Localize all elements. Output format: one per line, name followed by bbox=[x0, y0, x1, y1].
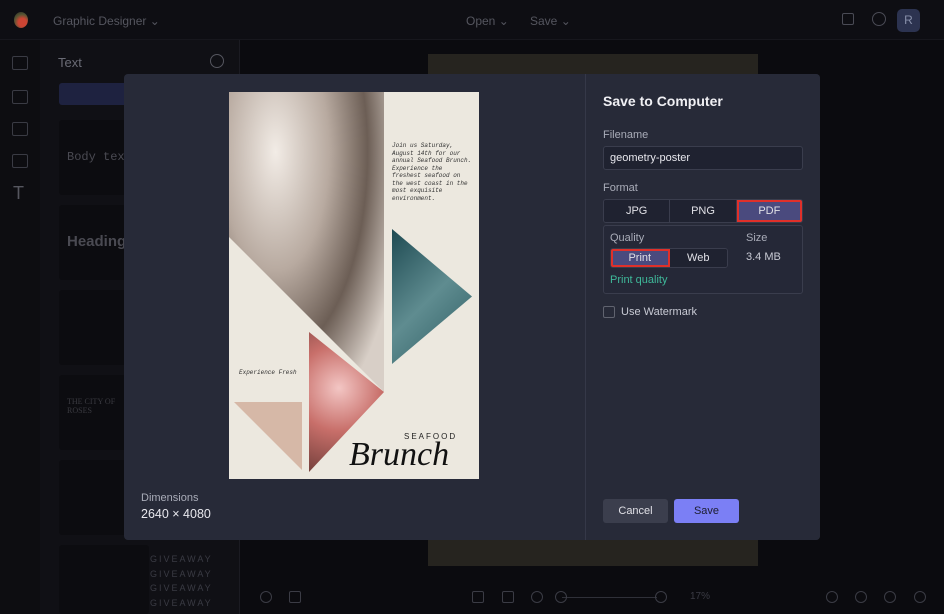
shrink-icon[interactable] bbox=[502, 591, 514, 603]
poster-brunch: Brunch bbox=[349, 436, 450, 473]
zoom-out-icon[interactable] bbox=[531, 591, 543, 603]
tool-rail: T bbox=[0, 40, 40, 614]
fit-screen-icon[interactable] bbox=[472, 591, 484, 603]
size-label: Size bbox=[746, 232, 768, 244]
format-jpg[interactable]: JPG bbox=[604, 200, 671, 222]
poster-preview: Join us Saturday, August 14th for our an… bbox=[229, 92, 479, 479]
giveaway-preset[interactable]: GIVEAWAY GIVEAWAY GIVEAWAY GIVEAWAY bbox=[150, 552, 213, 610]
giveaway-line: GIVEAWAY bbox=[150, 568, 213, 579]
heading-sample: Heading bbox=[67, 233, 127, 250]
zoom-level: 17% bbox=[690, 591, 711, 602]
format-label: Format bbox=[603, 182, 638, 194]
format-selector: JPG PNG PDF bbox=[603, 199, 803, 223]
giveaway-line: GIVEAWAY bbox=[150, 597, 213, 608]
dimensions-label: Dimensions bbox=[141, 492, 199, 504]
save-options-panel: Save to Computer Filename geometry-poste… bbox=[585, 74, 820, 540]
body-sample: Body tex bbox=[67, 150, 125, 164]
layout-icon[interactable] bbox=[12, 56, 28, 70]
quality-selector: Print Web bbox=[610, 248, 728, 268]
watermark-checkbox[interactable] bbox=[603, 306, 615, 318]
filename-input[interactable]: geometry-poster bbox=[603, 146, 803, 170]
format-png[interactable]: PNG bbox=[670, 200, 737, 222]
redo-icon[interactable] bbox=[884, 591, 896, 603]
help-icon[interactable] bbox=[872, 12, 886, 26]
save-button[interactable]: Save bbox=[674, 499, 739, 523]
zoom-slider[interactable] bbox=[562, 597, 657, 598]
avatar[interactable]: R bbox=[897, 9, 920, 32]
oyster-photo bbox=[229, 92, 384, 392]
save-dialog: Join us Saturday, August 14th for our an… bbox=[124, 74, 820, 540]
text-tool-icon[interactable]: T bbox=[13, 183, 24, 204]
top-bar: Graphic Designer ⌄ Open ⌄ Save ⌄ R bbox=[0, 0, 944, 40]
dialog-title: Save to Computer bbox=[603, 93, 723, 109]
poster-body-text: Join us Saturday, August 14th for our an… bbox=[392, 142, 472, 202]
dimensions-value: 2640 × 4080 bbox=[141, 507, 211, 521]
comment-icon[interactable] bbox=[842, 13, 854, 25]
grid-icon[interactable] bbox=[289, 591, 301, 603]
quality-label: Quality bbox=[610, 232, 645, 244]
refresh-icon[interactable] bbox=[826, 591, 838, 603]
panel-title: Text bbox=[58, 55, 82, 70]
background-icon[interactable] bbox=[12, 122, 28, 136]
quality-print[interactable]: Print bbox=[611, 249, 670, 267]
history-icon[interactable] bbox=[914, 591, 926, 603]
info-icon[interactable] bbox=[210, 54, 224, 68]
zoom-slider-handle[interactable] bbox=[555, 591, 567, 603]
save-label: Save bbox=[530, 14, 558, 28]
city-sample: THE CITY OF ROSES bbox=[67, 397, 116, 415]
zoom-in-icon[interactable] bbox=[655, 591, 667, 603]
graphics-icon[interactable] bbox=[12, 154, 28, 168]
workspace-menu[interactable]: Graphic Designer ⌄ bbox=[53, 14, 160, 28]
adjust-icon[interactable] bbox=[12, 90, 28, 104]
giveaway-line: GIVEAWAY bbox=[150, 554, 213, 564]
open-label: Open bbox=[466, 14, 496, 28]
quality-web[interactable]: Web bbox=[669, 249, 727, 267]
size-value: 3.4 MB bbox=[746, 251, 781, 263]
tan-triangle bbox=[234, 402, 302, 470]
giveaway-line: GIVEAWAY bbox=[150, 583, 213, 593]
filename-label: Filename bbox=[603, 129, 649, 141]
layers-icon[interactable] bbox=[260, 591, 272, 603]
logo-icon[interactable] bbox=[14, 12, 28, 28]
undo-icon[interactable] bbox=[855, 591, 867, 603]
cancel-button[interactable]: Cancel bbox=[603, 499, 668, 523]
poster-tagline: Experience Fresh bbox=[239, 369, 297, 376]
quality-note: Print quality bbox=[610, 274, 668, 286]
text-preset-small[interactable] bbox=[59, 545, 149, 614]
workspace-label: Graphic Designer bbox=[53, 14, 147, 28]
bottom-bar: 17% bbox=[240, 580, 944, 614]
open-menu[interactable]: Open ⌄ bbox=[466, 14, 509, 28]
format-pdf[interactable]: PDF bbox=[736, 200, 802, 222]
save-menu[interactable]: Save ⌄ bbox=[530, 14, 571, 28]
quality-box: Quality Print Web Print quality Size 3.4… bbox=[603, 225, 803, 294]
watermark-label: Use Watermark bbox=[621, 306, 697, 318]
wave-photo bbox=[392, 229, 472, 364]
